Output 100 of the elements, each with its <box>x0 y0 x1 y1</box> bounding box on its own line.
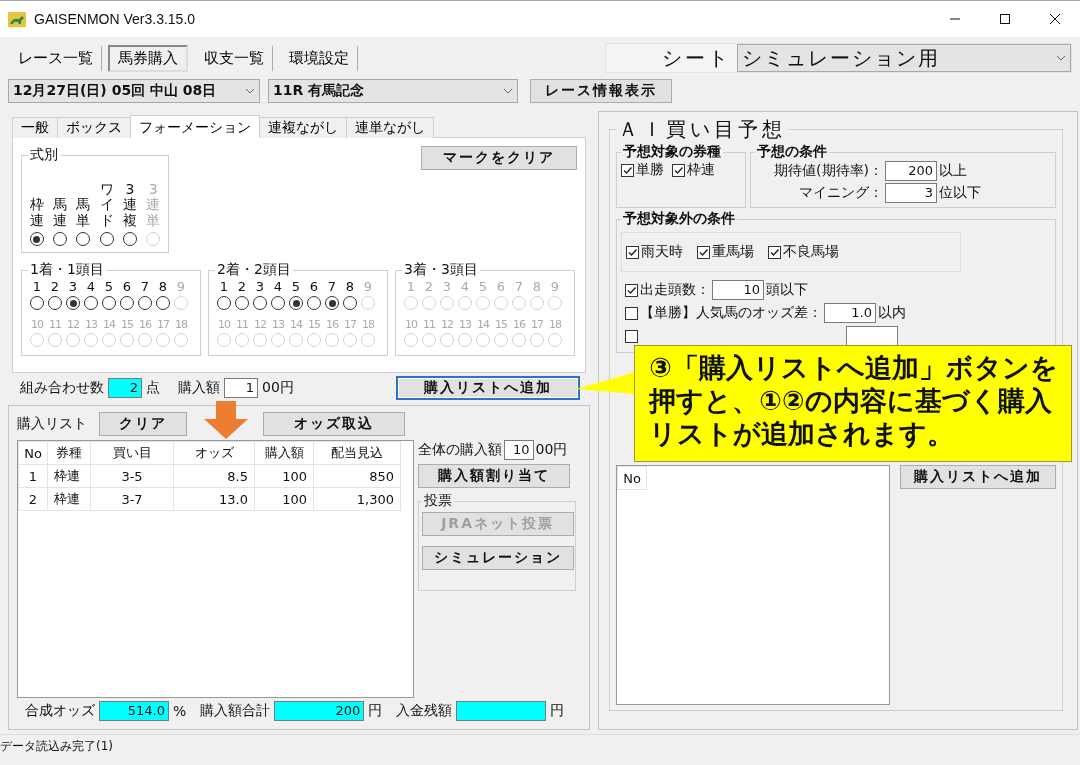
radio-button[interactable] <box>66 296 80 310</box>
horse-number: 11 <box>423 318 435 331</box>
race-dropdown[interactable]: 11R 有馬記念 <box>268 79 518 103</box>
radio-button[interactable] <box>99 232 114 246</box>
amount-field[interactable]: 1 <box>224 378 258 398</box>
horse-number: 11 <box>49 318 61 331</box>
add-to-list-button[interactable]: 購入リストへ追加 <box>900 465 1056 489</box>
radio-button[interactable] <box>29 232 44 246</box>
tab[interactable]: 連複ながし <box>259 117 347 138</box>
group-title: 1着・1頭目 <box>29 261 105 279</box>
checkbox[interactable] <box>625 283 638 297</box>
table-cell: 3-7 <box>90 487 174 511</box>
count-field[interactable]: 2 <box>108 378 142 398</box>
clear-marks-button[interactable]: マークをクリア <box>421 146 577 170</box>
radio-button[interactable] <box>271 296 285 310</box>
horse-number: 4 <box>460 279 470 294</box>
horse-number: 8 <box>158 279 168 294</box>
checkbox[interactable] <box>697 245 710 259</box>
horse-number: 8 <box>345 279 355 294</box>
maximize-icon <box>999 13 1011 25</box>
column-header: 買い目 <box>90 441 174 465</box>
unit-label: 00円 <box>535 441 568 459</box>
unit-label: 00円 <box>262 379 294 397</box>
field-label: 購入額 <box>178 379 220 397</box>
horse-number: 15 <box>495 318 507 331</box>
radio-button[interactable] <box>253 296 267 310</box>
sheet-dropdown[interactable]: シミュレーション用 <box>737 44 1071 72</box>
clear-button[interactable]: クリア <box>99 412 187 436</box>
group-title: 予想の条件 <box>756 143 828 161</box>
total-amount-field[interactable]: 10 <box>503 440 534 460</box>
radio-button[interactable] <box>343 296 357 310</box>
value-field: 200 <box>274 701 365 721</box>
tab[interactable]: 一般 <box>12 117 58 138</box>
horse-number: 10 <box>218 318 230 331</box>
checkbox[interactable] <box>621 163 634 177</box>
horse-number: 9 <box>176 279 186 294</box>
table-cell: 1 <box>18 464 48 488</box>
allocate-button[interactable]: 購入額割り当て <box>417 464 570 488</box>
table-cell: 枠連 <box>47 464 91 488</box>
race-info-button[interactable]: レース情報表示 <box>530 79 672 103</box>
add-to-list-button[interactable]: 購入リストへ追加 <box>396 376 580 400</box>
tab[interactable]: ボックス <box>57 117 131 138</box>
checkbox[interactable] <box>626 245 639 259</box>
table-cell: 100 <box>254 487 314 511</box>
field-label: 組み合わせ数 <box>20 379 104 397</box>
radio-button[interactable] <box>289 296 303 310</box>
horse-number: 4 <box>86 279 96 294</box>
menu-tab[interactable]: 馬券購入 <box>108 44 188 72</box>
odds-import-button[interactable]: オッズ取込 <box>263 412 405 436</box>
horse-number: 10 <box>405 318 417 331</box>
unit-label: 以上 <box>939 162 967 180</box>
radio-button[interactable] <box>120 296 134 310</box>
date-dropdown[interactable]: 12月27日(日) 05回 中山 08日 <box>8 79 260 103</box>
checkbox-label: 単勝 <box>636 161 664 179</box>
horse-number: 9 <box>363 279 373 294</box>
unit-label: 点 <box>146 379 160 397</box>
horse-number: 6 <box>309 279 319 294</box>
radio-button[interactable] <box>84 296 98 310</box>
bet-type-label: 3連複 <box>122 181 137 228</box>
tab[interactable]: フォーメーション <box>130 115 260 138</box>
condition-field[interactable]: 10 <box>712 280 764 300</box>
condition-field[interactable]: 200 <box>885 161 937 181</box>
horse-number: 8 <box>532 279 542 294</box>
tab[interactable]: 連単ながし <box>346 117 434 138</box>
radio-button[interactable] <box>122 232 137 246</box>
group-title: 投票 <box>422 492 453 510</box>
checkbox[interactable] <box>768 245 781 259</box>
unit-label: 位以下 <box>939 184 981 202</box>
horse-number: 16 <box>139 318 151 331</box>
vote-button[interactable]: シミュレーション <box>421 546 574 570</box>
radio-button[interactable] <box>48 296 62 310</box>
chevron-down-icon <box>245 88 255 94</box>
table-cell: 100 <box>254 464 314 488</box>
radio-button[interactable] <box>138 296 152 310</box>
table-cell: 3-5 <box>90 464 174 488</box>
checkbox[interactable] <box>625 306 638 320</box>
radio-button[interactable] <box>30 296 44 310</box>
checkbox-label: 【単勝】人気馬のオッズ差： <box>640 304 822 322</box>
radio-button[interactable] <box>217 296 231 310</box>
radio-button[interactable] <box>102 296 116 310</box>
horse-number: 18 <box>362 318 374 331</box>
condition-field[interactable]: 3 <box>885 183 937 203</box>
radio-button[interactable] <box>235 296 249 310</box>
horse-number: 16 <box>326 318 338 331</box>
callout-text: ③「購入リストへ追加」ボタンを押すと、①②の内容に基づく購入リストが追加されます。 <box>634 345 1072 462</box>
radio-button[interactable] <box>156 296 170 310</box>
radio-button[interactable] <box>53 232 67 246</box>
table-cell: 8.5 <box>173 464 255 488</box>
checkbox[interactable] <box>625 329 638 343</box>
radio-button[interactable] <box>76 232 91 246</box>
condition-field[interactable] <box>846 326 898 346</box>
checkbox[interactable] <box>672 163 685 177</box>
radio-button[interactable] <box>307 296 321 310</box>
radio-button[interactable] <box>325 296 339 310</box>
table-cell: 13.0 <box>173 487 255 511</box>
horse-number: 17 <box>344 318 356 331</box>
condition-field[interactable]: 1.0 <box>824 303 876 323</box>
column-header: No <box>18 441 48 465</box>
field-label: 期待値(期待率)： <box>773 162 883 180</box>
horse-number: 18 <box>549 318 561 331</box>
